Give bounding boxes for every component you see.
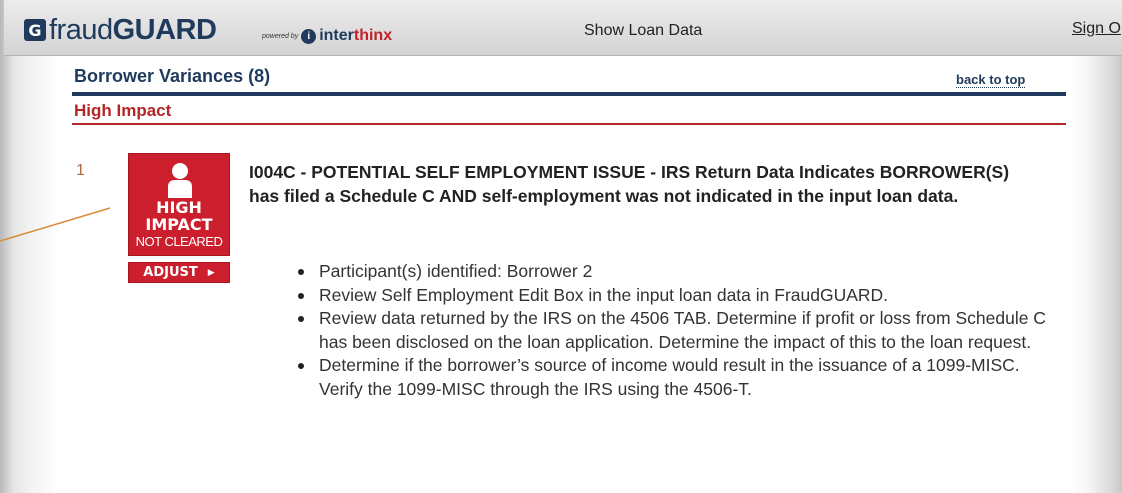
item-number: 1 <box>76 162 85 179</box>
list-item: Review data returned by the IRS on the 4… <box>288 307 1058 354</box>
high-impact-badge: HIGH IMPACT NOT CLEARED <box>128 153 230 256</box>
list-item: Participant(s) identified: Borrower 2 <box>288 260 1058 284</box>
header-bar: G fraud GUARD powered by i inter thinx Sho… <box>4 0 1122 56</box>
badge-status-label: NOT CLEARED <box>135 234 223 249</box>
interthinx-inter-text: inter <box>319 27 354 44</box>
person-icon <box>168 163 192 198</box>
variance-bullet-list: Participant(s) identified: Borrower 2 Re… <box>288 260 1058 401</box>
adjust-label: ADJUST <box>143 265 198 280</box>
impact-heading: High Impact <box>74 101 172 120</box>
list-item: Review Self Employment Edit Box in the i… <box>288 284 1058 308</box>
back-to-top-link[interactable]: back to top <box>956 72 1026 88</box>
badge-impact-label: IMPACT <box>145 215 213 234</box>
variance-heading: I004C - POTENTIAL SELF EMPLOYMENT ISSUE … <box>249 162 1010 206</box>
powered-by-interthinx: powered by i inter thinx <box>262 27 392 45</box>
section-divider <box>72 92 1066 96</box>
sign-out-link[interactable]: Sign O <box>1072 20 1121 38</box>
logo-fraud-text: fraud <box>49 13 113 46</box>
logo-guard-text: GUARD <box>112 13 217 46</box>
section-title: Borrower Variances (8) <box>74 66 271 86</box>
list-item: Determine if the borrower’s source of in… <box>288 354 1058 401</box>
interthinx-thinx-text: thinx <box>353 27 393 44</box>
logo-mark-icon: G <box>24 19 46 41</box>
badge-high-label: HIGH <box>156 198 202 217</box>
fraudguard-logo[interactable]: G fraud GUARD <box>24 13 217 46</box>
adjust-button[interactable]: ADJUST ▶ <box>128 262 230 283</box>
arrow-right-icon: ▶ <box>207 267 215 278</box>
interthinx-logo-icon: i <box>301 28 317 44</box>
show-loan-data-link[interactable]: Show Loan Data <box>584 22 702 40</box>
impact-divider <box>72 123 1066 125</box>
powered-by-label: powered by <box>262 32 299 40</box>
